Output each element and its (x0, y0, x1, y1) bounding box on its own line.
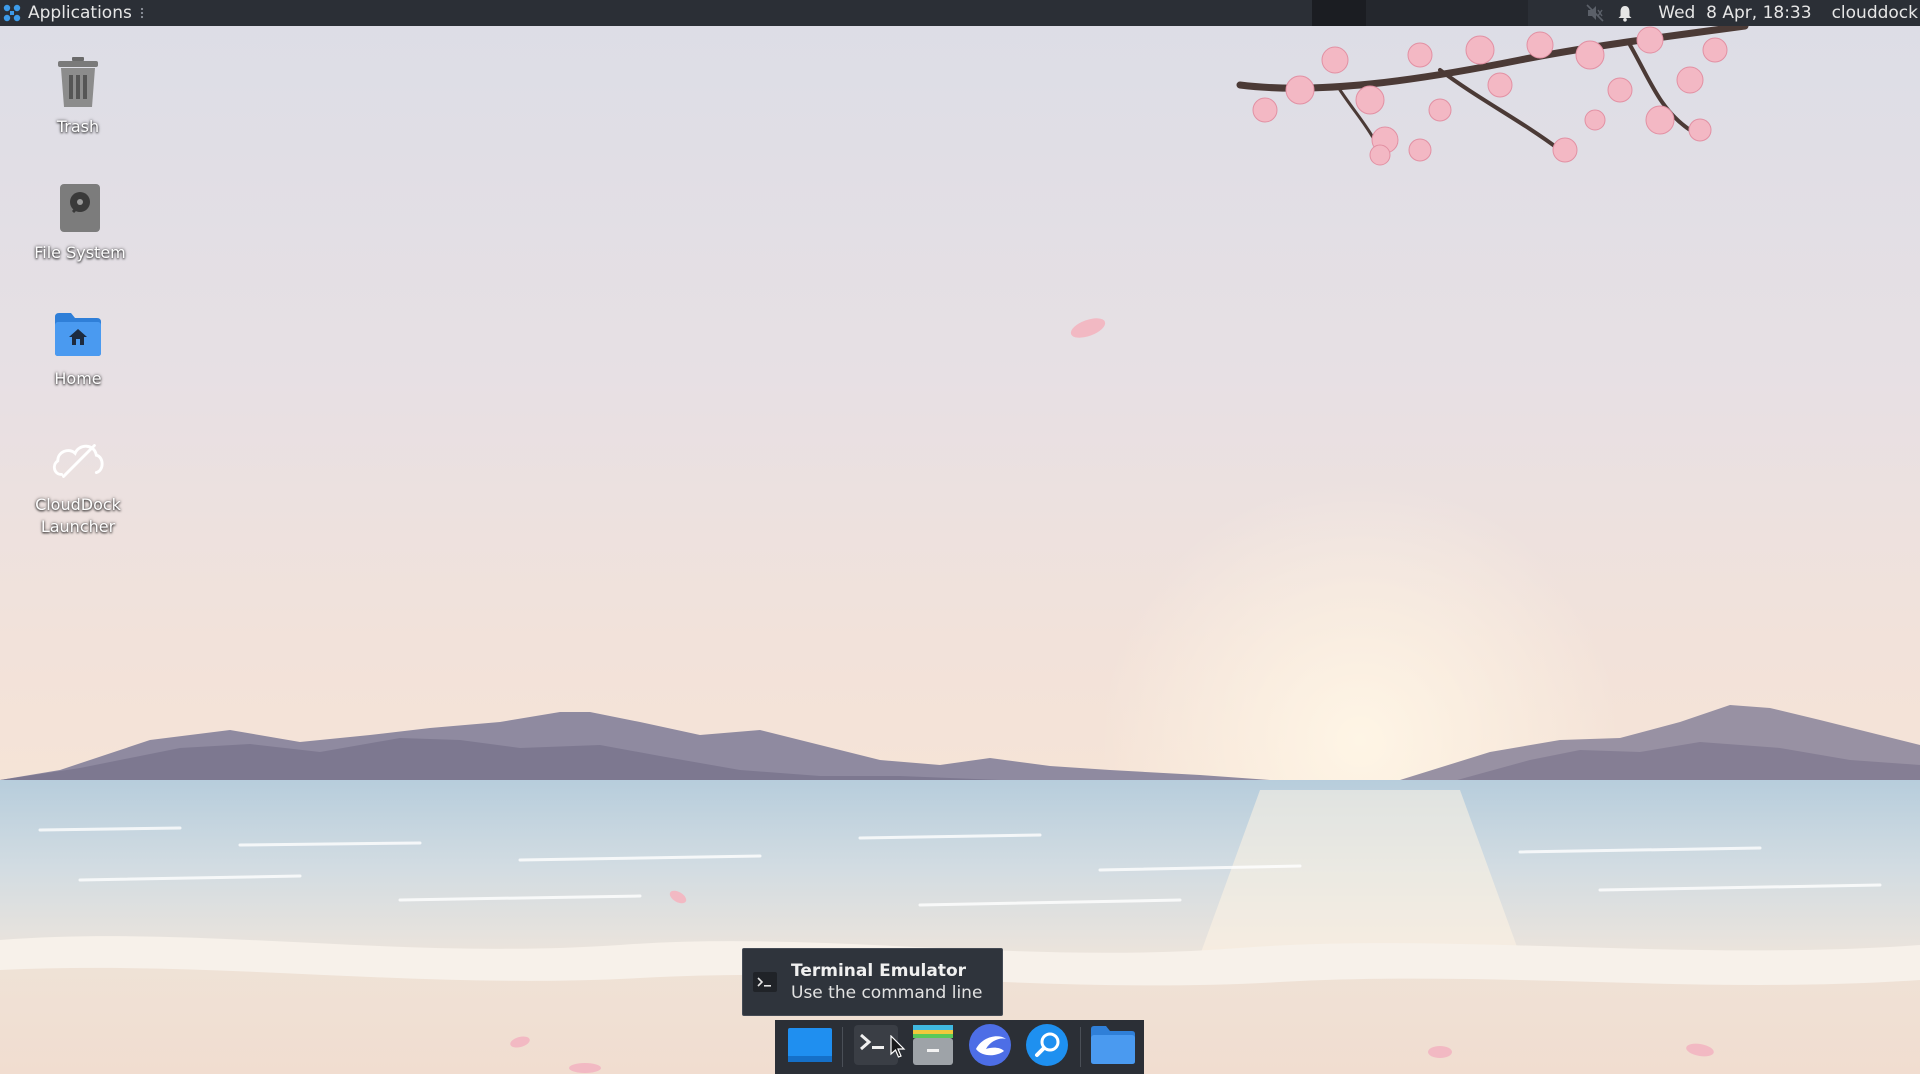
desktop-icon-home[interactable]: Home (8, 306, 148, 390)
drive-icon (52, 180, 108, 236)
workspace-3[interactable] (1420, 0, 1475, 26)
dock-web-browser[interactable] (964, 1020, 1017, 1074)
clouddock-icon (50, 432, 106, 488)
tooltip-text: Terminal Emulator Use the command line (791, 960, 982, 1004)
trash-icon (50, 54, 106, 110)
workspace-1[interactable] (1312, 0, 1367, 26)
desktop-icon-label: File System (34, 243, 126, 262)
top-panel: Applications Wed 8 Apr, 18:33 clouddock (0, 0, 1920, 26)
terminal-tooltip: Terminal Emulator Use the command line (742, 948, 1003, 1016)
dock-show-desktop[interactable] (783, 1020, 836, 1074)
file-manager-icon (911, 1023, 955, 1071)
dock-separator (1079, 1027, 1081, 1067)
notification-bell-icon[interactable] (1614, 2, 1636, 24)
folder-icon (1090, 1025, 1136, 1069)
dock (775, 1020, 1144, 1074)
web-browser-icon (968, 1023, 1012, 1071)
system-tray: Wed 8 Apr, 18:33 clouddock (1580, 0, 1920, 26)
desktop-wallpaper (0, 0, 1920, 1074)
applications-logo-icon (2, 3, 22, 23)
clock[interactable]: Wed 8 Apr, 18:33 (1658, 0, 1811, 26)
home-folder-icon (50, 306, 106, 362)
dock-file-manager[interactable] (906, 1020, 959, 1074)
desktop-icon-label: Home (54, 369, 102, 388)
dock-app-finder[interactable] (1021, 1020, 1074, 1074)
tooltip-title: Terminal Emulator (791, 961, 967, 981)
muted-speaker-icon[interactable] (1584, 2, 1606, 24)
show-desktop-icon (787, 1028, 832, 1066)
dock-separator (842, 1027, 844, 1067)
applications-menu-button[interactable]: Applications (0, 0, 144, 26)
mouse-cursor-icon (890, 1035, 906, 1058)
workspace-switcher (1312, 0, 1529, 26)
app-finder-icon (1025, 1023, 1069, 1071)
desktop-icon-label: Trash (56, 117, 100, 136)
dock-folder[interactable] (1087, 1020, 1140, 1074)
tooltip-subtitle: Use the command line (791, 983, 983, 1003)
applications-label: Applications (28, 3, 132, 23)
workspace-4[interactable] (1474, 0, 1529, 26)
desktop-icon-clouddock-launcher[interactable]: CloudDock Launcher (8, 432, 148, 538)
desktop-icon-trash[interactable]: Trash (8, 54, 148, 138)
desktop-icon-file-system[interactable]: File System (10, 180, 150, 264)
desktop-icon-label: CloudDock Launcher (35, 495, 121, 536)
terminal-icon (753, 972, 777, 992)
workspace-2[interactable] (1366, 0, 1421, 26)
user-menu[interactable]: clouddock (1832, 0, 1918, 26)
panel-handle-icon[interactable] (139, 7, 144, 19)
